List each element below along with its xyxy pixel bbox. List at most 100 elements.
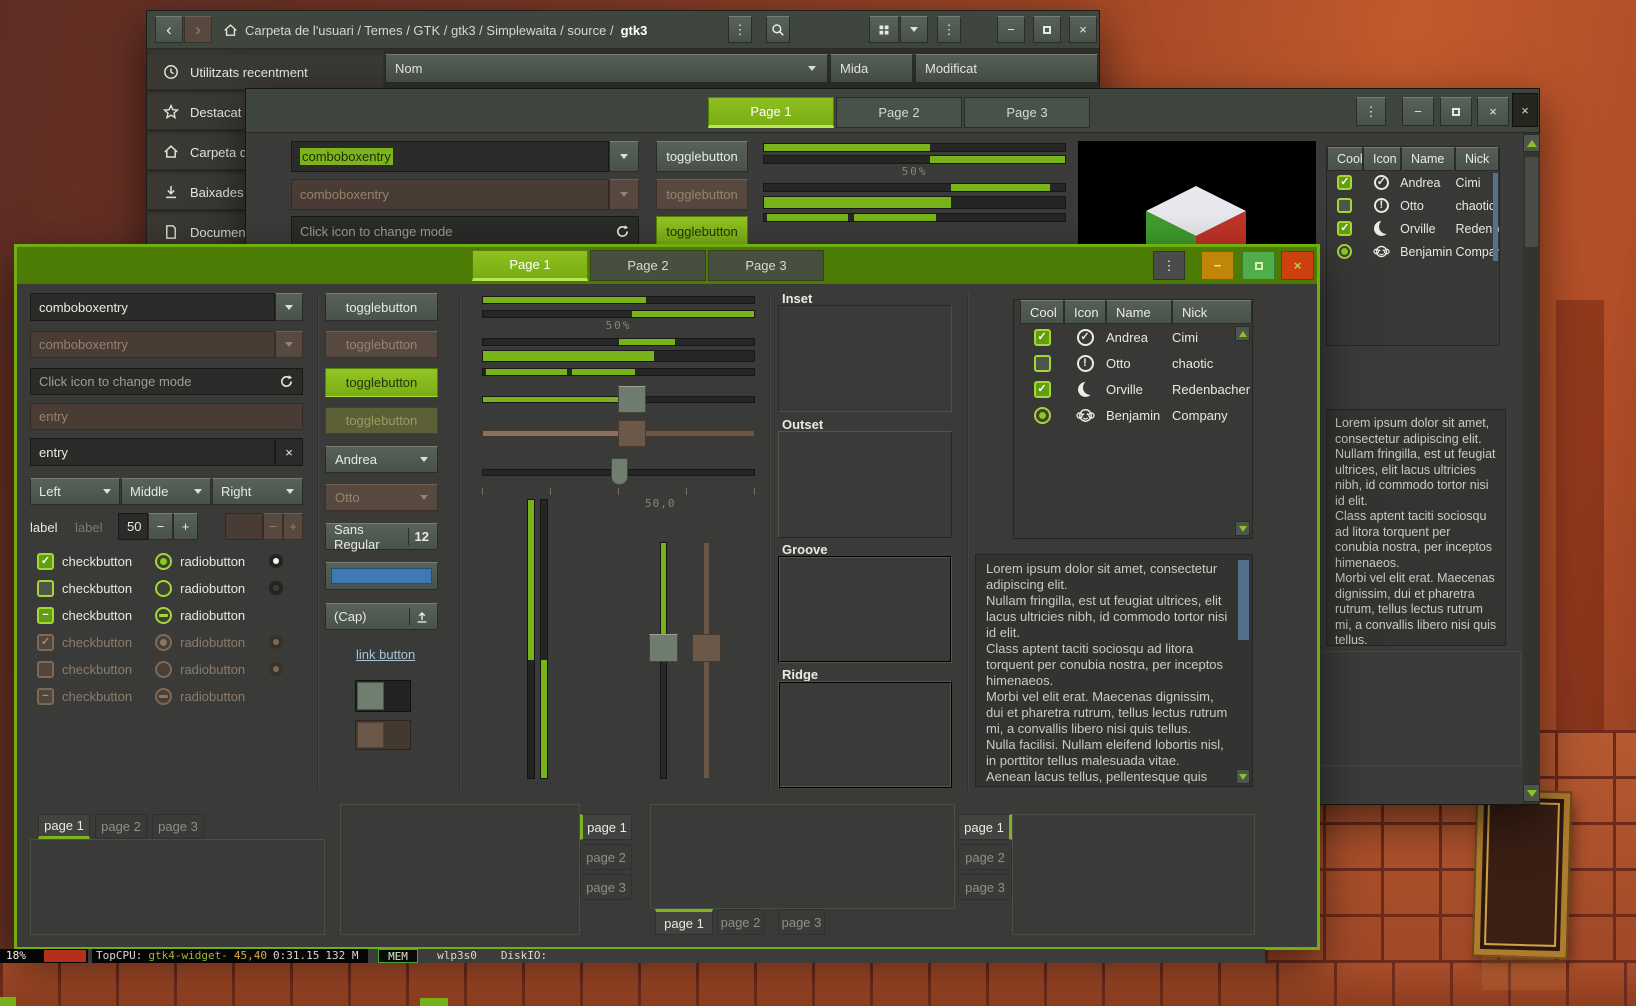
checkbutton-mixed[interactable]: − [37, 607, 54, 624]
close-button[interactable]: × [1069, 16, 1097, 43]
scale-handle[interactable] [618, 386, 646, 413]
comboboxentry-dropdown-button[interactable] [275, 293, 303, 321]
forward-button[interactable]: › [184, 16, 212, 43]
checkbutton-checked[interactable]: ✓ [37, 553, 54, 570]
notebook1-tab-page3[interactable]: page 3 [152, 814, 204, 839]
column-header-cool[interactable]: Cool [1327, 147, 1363, 171]
cool-checkbox[interactable]: ✓ [1034, 329, 1051, 346]
notebook1-tab-page2[interactable]: page 2 [95, 814, 147, 839]
tab-page3[interactable]: Page 3 [964, 97, 1090, 128]
notebook3-tab-page3[interactable]: page 3 [778, 909, 825, 935]
comboboxentry-input[interactable]: comboboxentry [291, 141, 609, 172]
search-button[interactable] [766, 16, 790, 43]
background-window-close-button[interactable]: × [1512, 93, 1538, 127]
vertical-scale-handle[interactable] [649, 634, 678, 662]
togglebutton[interactable]: togglebutton [656, 141, 748, 172]
scrollbar-thumb[interactable] [1238, 560, 1249, 640]
radiobutton-mixed[interactable] [155, 607, 172, 624]
maximize-button[interactable] [1033, 16, 1061, 43]
togglebutton-active[interactable]: togglebutton [325, 368, 438, 397]
notebook3-tab-page1[interactable]: page 1 [655, 909, 713, 935]
textview-front[interactable]: Lorem ipsum dolor sit amet, consectetur … [975, 554, 1253, 787]
radiobutton-selected[interactable] [155, 553, 172, 570]
column-header-cool[interactable]: Cool [1020, 300, 1064, 324]
column-header-name[interactable]: Name [1401, 147, 1455, 171]
table-row[interactable]: ! Otto chaotic [1014, 350, 1252, 376]
scroll-up-button[interactable] [1235, 326, 1250, 341]
color-button[interactable] [325, 562, 438, 590]
notebook2-tab-page2[interactable]: page 2 [580, 844, 632, 870]
small-radio-off[interactable] [269, 581, 283, 595]
menu-button[interactable]: ⋮ [728, 16, 752, 43]
cool-checkbox[interactable]: ✓ [1337, 175, 1352, 190]
tab-page1[interactable]: Page 1 [472, 250, 588, 281]
column-header-nick[interactable]: Nick [1455, 147, 1499, 171]
mode-entry[interactable]: Click icon to change mode [291, 216, 639, 247]
table-row[interactable]: ✓ Orville Redenbacher [1327, 217, 1499, 240]
column-header-icon[interactable]: Icon [1363, 147, 1401, 171]
cool-checkbox[interactable] [1034, 355, 1051, 372]
notebook4-tab-page3[interactable]: page 3 [958, 874, 1012, 900]
view-grid-button[interactable] [869, 16, 899, 43]
table-row[interactable]: Benjamin Company [1014, 402, 1252, 428]
notebook4-tab-page2[interactable]: page 2 [958, 844, 1012, 870]
table-row[interactable]: ! Otto chaotic [1327, 194, 1499, 217]
link-button[interactable]: link button [356, 647, 415, 662]
breadcrumb-path[interactable]: Carpeta de l'usuari / Temes / GTK / gtk3… [245, 23, 614, 38]
spin-plus-button[interactable]: + [173, 513, 198, 540]
notebook4-tab-page1[interactable]: page 1 [958, 814, 1012, 840]
column-header-icon[interactable]: Icon [1064, 300, 1106, 324]
tab-page3[interactable]: Page 3 [708, 250, 824, 281]
menu-button[interactable]: ⋮ [1153, 251, 1185, 280]
comboboxentry-dropdown-button[interactable] [609, 141, 639, 172]
cool-radio[interactable] [1034, 407, 1051, 424]
minimize-button[interactable]: − [1402, 97, 1434, 126]
breadcrumb[interactable]: Carpeta de l'usuari / Temes / GTK / gtk3… [223, 11, 647, 49]
refresh-icon[interactable] [279, 374, 294, 389]
notebook1-tab-page1[interactable]: page 1 [38, 814, 90, 839]
scroll-down-button[interactable] [1235, 521, 1250, 536]
cool-checkbox[interactable]: ✓ [1337, 221, 1352, 236]
radiobutton-unselected[interactable] [155, 580, 172, 597]
scroll-up-button[interactable] [1523, 134, 1540, 152]
scroll-down-button[interactable] [1236, 769, 1250, 784]
entry[interactable]: entry [30, 438, 275, 466]
column-header-name[interactable]: Name [1106, 300, 1172, 324]
column-header-nick[interactable]: Nick [1172, 300, 1252, 324]
breadcrumb-current[interactable]: gtk3 [621, 23, 648, 38]
scrollbar-thumb[interactable] [1525, 157, 1538, 247]
hamburger-menu-button[interactable]: ⋮ [937, 16, 961, 43]
scroll-down-button[interactable] [1523, 784, 1540, 802]
minimize-button[interactable]: − [1201, 251, 1234, 280]
back-button[interactable]: ‹ [155, 16, 183, 43]
table-row[interactable]: ✓ ✓ Andrea Cimi [1327, 171, 1499, 194]
switch-off[interactable] [355, 680, 411, 712]
combobox-right[interactable]: Right [212, 478, 303, 505]
tab-page2[interactable]: Page 2 [836, 97, 962, 128]
maximize-button[interactable] [1440, 97, 1472, 126]
table-row[interactable]: ✓ Orville Redenbacher [1014, 376, 1252, 402]
view-options-button[interactable] [900, 16, 928, 43]
togglebutton-active[interactable]: togglebutton [656, 216, 748, 247]
checkbutton-unchecked[interactable] [37, 580, 54, 597]
small-radio-on[interactable] [269, 554, 283, 568]
combobox-name[interactable]: Andrea [325, 446, 438, 473]
togglebutton[interactable]: togglebutton [325, 293, 438, 321]
combobox-middle[interactable]: Middle [121, 478, 211, 505]
minimize-button[interactable]: − [997, 16, 1025, 43]
cool-checkbox[interactable]: ✓ [1034, 381, 1051, 398]
file-chooser-button[interactable]: (Cap) [325, 603, 438, 630]
close-button[interactable]: × [1477, 97, 1509, 126]
notebook2-tab-page1[interactable]: page 1 [580, 814, 632, 840]
entry-clear-button[interactable]: × [275, 438, 303, 466]
scale-handle-small[interactable] [611, 458, 628, 485]
spinbutton-value[interactable]: 50 [118, 513, 148, 540]
column-header-name[interactable]: Nom [385, 54, 828, 83]
notebook2-tab-page3[interactable]: page 3 [580, 874, 632, 900]
maximize-button[interactable] [1242, 251, 1275, 280]
column-header-size[interactable]: Mida [830, 54, 913, 83]
font-button[interactable]: Sans Regular12 [325, 523, 438, 550]
close-button[interactable]: × [1281, 251, 1314, 280]
sidebar-item-recent[interactable]: Utilitzats recentment [147, 55, 383, 92]
tab-page2[interactable]: Page 2 [590, 250, 706, 281]
